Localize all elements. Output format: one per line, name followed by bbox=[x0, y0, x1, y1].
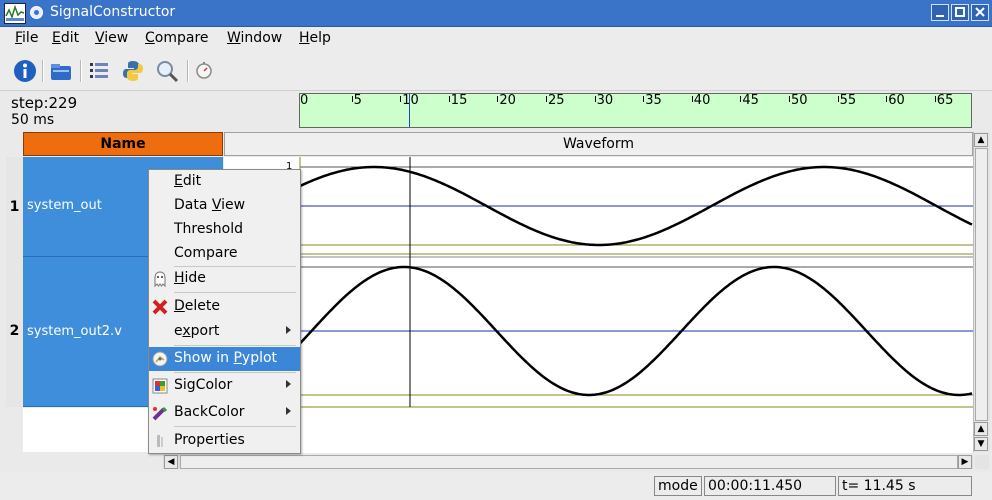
magnifier-icon[interactable] bbox=[154, 58, 180, 84]
sigcolor-icon bbox=[152, 378, 168, 394]
status-mode: mode bbox=[654, 476, 702, 496]
scroll-down-button[interactable]: ▼ bbox=[974, 437, 988, 451]
ruler-tick-mark bbox=[594, 96, 596, 102]
ruler-tick-mark bbox=[691, 96, 693, 102]
menu-separator bbox=[174, 372, 296, 373]
submenu-arrow-icon bbox=[286, 326, 291, 334]
ctx-hide[interactable]: Hide bbox=[149, 267, 300, 291]
ruler-tick-label: 35 bbox=[645, 93, 662, 108]
ruler-tick-label: 0 bbox=[300, 93, 309, 108]
ruler-tick-label: 25 bbox=[548, 93, 565, 108]
pyplot-icon bbox=[152, 351, 168, 367]
ruler-tick-label: 60 bbox=[888, 93, 905, 108]
close-button[interactable] bbox=[971, 4, 989, 21]
row-number-column bbox=[6, 157, 24, 407]
ruler-tick-label: 10 bbox=[402, 93, 419, 108]
menu-separator bbox=[174, 426, 296, 427]
horizontal-scroll-thumb[interactable] bbox=[180, 455, 958, 469]
backcolor-icon bbox=[152, 405, 168, 421]
waveform-plot: 1 bbox=[224, 157, 973, 408]
ruler-tick-mark bbox=[643, 96, 645, 102]
ruler-tick-mark bbox=[740, 96, 742, 102]
name-column-header[interactable]: Name bbox=[23, 132, 223, 156]
ghost-icon bbox=[152, 271, 168, 288]
ruler-tick-label: 30 bbox=[596, 93, 614, 108]
ruler-tick-mark bbox=[497, 96, 499, 102]
ctx-backcolor[interactable]: BackColor bbox=[149, 401, 300, 425]
row-number: 2 bbox=[9, 323, 20, 339]
scroll-corner bbox=[975, 455, 989, 469]
ctx-data-view[interactable]: Data View bbox=[149, 194, 300, 218]
ruler-tick-label: 20 bbox=[499, 93, 516, 108]
app-logo-icon bbox=[4, 3, 26, 24]
ruler-tick-mark bbox=[448, 96, 450, 102]
ruler-tick-label: 40 bbox=[693, 93, 711, 108]
ctx-show-in-pyplot[interactable]: Show in Pyplot bbox=[149, 347, 300, 371]
ruler-tick-mark bbox=[789, 96, 790, 102]
ruler-tick-mark bbox=[546, 96, 547, 102]
status-t-value: t= 11.45 s bbox=[838, 476, 972, 496]
ctx-compare[interactable]: Compare bbox=[149, 242, 300, 266]
scroll-right-button[interactable]: ▶ bbox=[958, 455, 972, 469]
ruler-tick-label: 45 bbox=[742, 93, 759, 108]
ctx-properties[interactable]: Properties bbox=[149, 429, 300, 453]
ctx-threshold[interactable]: Threshold bbox=[149, 218, 300, 242]
info-icon[interactable] bbox=[12, 58, 38, 84]
submenu-arrow-icon bbox=[286, 380, 291, 388]
submenu-arrow-icon bbox=[286, 407, 291, 415]
ctx-export[interactable]: export bbox=[149, 320, 300, 344]
menu-file[interactable]: File bbox=[15, 30, 38, 46]
python-icon[interactable] bbox=[120, 58, 146, 84]
ctx-delete[interactable]: Delete bbox=[149, 295, 300, 319]
step-interval: 50 ms bbox=[11, 112, 55, 128]
scroll-left-button[interactable]: ◀ bbox=[164, 455, 178, 469]
menu-edit[interactable]: Edit bbox=[52, 30, 79, 46]
ruler-tick-mark bbox=[886, 96, 888, 102]
signal-name: system_out bbox=[27, 198, 102, 213]
menu-help[interactable]: Help bbox=[299, 30, 331, 46]
status-time: 00:00:11.450 bbox=[704, 476, 836, 496]
ctx-sigcolor[interactable]: SigColor bbox=[149, 374, 300, 398]
scroll-up-button[interactable]: ▲ bbox=[974, 422, 988, 436]
ruler-tick-label: 15 bbox=[450, 93, 468, 108]
toolbar-separator bbox=[187, 60, 189, 82]
toolbar-separator bbox=[42, 60, 44, 82]
window-title: SignalConstructor bbox=[50, 4, 176, 20]
clock-icon[interactable] bbox=[193, 58, 219, 84]
ruler-tick-mark bbox=[934, 96, 936, 102]
ctx-edit[interactable]: Edit bbox=[149, 170, 300, 194]
ruler-tick-mark bbox=[837, 96, 839, 102]
delete-x-icon bbox=[152, 299, 168, 315]
signal-name: system_out2.v bbox=[27, 324, 122, 339]
ruler-tick-label: 65 bbox=[936, 93, 954, 108]
ruler-tick-mark bbox=[351, 96, 353, 102]
ruler-tick-label: 5 bbox=[353, 93, 362, 108]
toolbar bbox=[0, 52, 992, 91]
ruler-tick-label: 55 bbox=[839, 93, 857, 108]
scroll-up-button[interactable]: ▲ bbox=[974, 133, 988, 147]
menu-compare[interactable]: Compare bbox=[145, 30, 209, 46]
waveform-column-header[interactable]: Waveform bbox=[224, 132, 973, 156]
properties-icon bbox=[152, 433, 168, 449]
menu-separator bbox=[174, 345, 296, 346]
vertical-scroll-thumb[interactable] bbox=[975, 148, 988, 421]
ruler-tick-label: 50 bbox=[791, 93, 808, 108]
row-number: 1 bbox=[9, 199, 20, 215]
menu-view[interactable]: View bbox=[95, 30, 128, 46]
minimize-button[interactable] bbox=[931, 4, 949, 21]
ruler-cursor-line bbox=[409, 93, 410, 127]
menu-separator bbox=[174, 292, 296, 293]
folder-open-icon[interactable] bbox=[48, 58, 74, 84]
menu-window[interactable]: Window bbox=[227, 30, 282, 46]
maximize-button[interactable] bbox=[951, 4, 969, 21]
window-menu-icon[interactable] bbox=[29, 5, 44, 20]
step-counter: step:229 bbox=[11, 94, 78, 112]
ruler-tick-mark bbox=[400, 96, 402, 102]
toolbar-separator bbox=[80, 60, 82, 82]
list-icon[interactable] bbox=[86, 58, 112, 84]
